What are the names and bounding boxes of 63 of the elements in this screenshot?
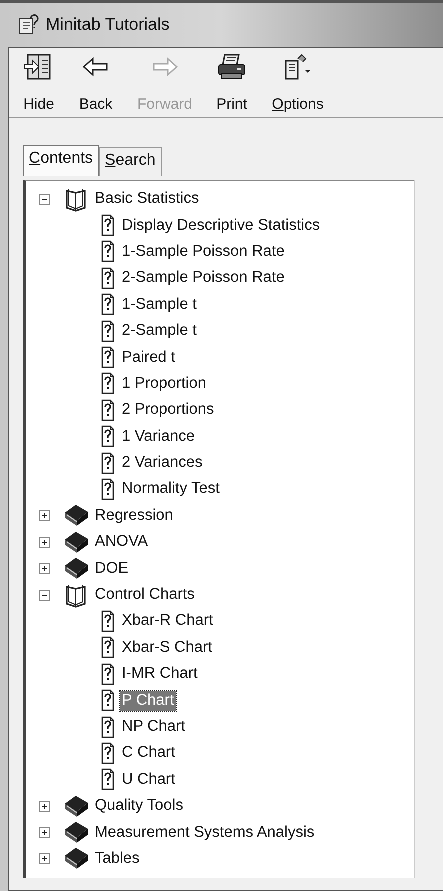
help-page-icon: [101, 478, 115, 501]
print-button[interactable]: Print: [203, 53, 261, 113]
help-page-icon: [101, 716, 115, 738]
tree-item[interactable]: 1 Variance: [120, 426, 197, 447]
tree-item[interactable]: 1-Sample Poisson Rate: [120, 242, 287, 262]
window-title: Minitab Tutorials: [46, 15, 170, 35]
tree-item[interactable]: Quality Tools: [93, 796, 186, 816]
tree-item[interactable]: 2-Sample t: [120, 321, 199, 342]
tree-item[interactable]: DOE: [93, 558, 131, 579]
tree-item[interactable]: Paired t: [120, 348, 178, 368]
help-page-icon: [101, 768, 115, 792]
tree-item[interactable]: 2 Variances: [120, 453, 205, 474]
tab[interactable]: Search: [99, 147, 162, 176]
tree-item[interactable]: Normality Test: [120, 479, 222, 500]
hide-button[interactable]: Hide: [13, 53, 65, 113]
help-page-icon: [101, 662, 115, 686]
tree-item[interactable]: 2 Proportions: [120, 400, 216, 420]
tree-item[interactable]: NP Chart: [120, 717, 188, 737]
back-button[interactable]: Back: [65, 53, 127, 113]
printer-icon: [217, 53, 247, 81]
tree-item[interactable]: Regression: [93, 506, 176, 526]
help-page-icon: [101, 452, 115, 475]
tree-item[interactable]: Measurement Systems Analysis: [93, 822, 317, 843]
tree-item[interactable]: Tables: [93, 848, 142, 869]
tree-item[interactable]: Xbar-R Chart: [120, 611, 216, 632]
help-page-icon: [101, 266, 115, 290]
tree-item[interactable]: ANOVA: [93, 532, 150, 552]
help-page-icon: [101, 742, 115, 765]
collapse-icon[interactable]: [39, 194, 50, 205]
help-page-icon: [101, 293, 115, 316]
tree-item[interactable]: Display Descriptive Statistics: [120, 216, 322, 236]
tree-item[interactable]: 1 Proportion: [120, 374, 208, 394]
help-page-icon: [101, 372, 115, 396]
tree-item[interactable]: I-MR Chart: [120, 664, 200, 684]
tree-item[interactable]: 2-Sample Poisson Rate: [120, 268, 287, 288]
help-page-icon: [101, 636, 115, 660]
help-page-icon: [101, 398, 115, 422]
help-page-icon: [101, 240, 115, 264]
help-page-icon: [101, 689, 115, 712]
expand-icon[interactable]: [39, 853, 50, 864]
collapse-icon[interactable]: [39, 590, 50, 601]
help-page-icon: [101, 214, 115, 238]
document-menu-icon: [283, 53, 313, 81]
help-page-icon: [101, 320, 115, 343]
help-page-icon: [101, 425, 115, 448]
tree-item[interactable]: Control Charts: [93, 585, 197, 606]
tree-item[interactable]: U Chart: [120, 770, 178, 790]
help-page-icon: [101, 610, 115, 633]
tree-item[interactable]: P Chart: [120, 690, 176, 711]
help-document-icon: [18, 14, 40, 36]
help-page-icon: [101, 346, 115, 370]
expand-icon[interactable]: [39, 536, 50, 548]
options-button[interactable]: Options: [261, 53, 335, 113]
tab[interactable]: Contents: [23, 145, 100, 176]
tree-item[interactable]: Basic Statistics: [93, 189, 202, 210]
tree-item[interactable]: Xbar-S Chart: [120, 638, 214, 658]
expand-icon[interactable]: [39, 563, 50, 574]
expand-icon[interactable]: [39, 800, 50, 812]
expand-icon[interactable]: [39, 510, 50, 522]
tree-item[interactable]: 1-Sample t: [120, 294, 199, 315]
expand-icon[interactable]: [39, 827, 50, 838]
tree-item[interactable]: C Chart: [120, 743, 178, 764]
hide-pane-icon: [24, 53, 54, 81]
